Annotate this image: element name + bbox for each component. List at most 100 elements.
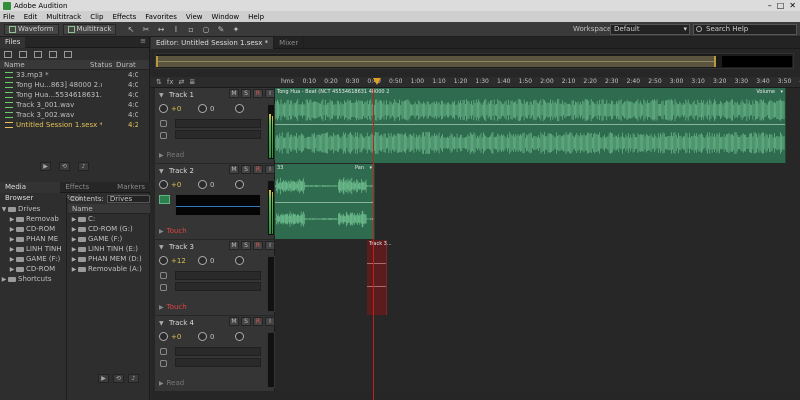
mute-button[interactable]: M <box>229 89 239 98</box>
playhead-marker[interactable] <box>373 78 381 85</box>
expand-automation-icon[interactable]: ▶ <box>159 152 164 159</box>
audio-clip[interactable]: 33 Pan ▾ <box>275 164 375 239</box>
solo-button[interactable]: S <box>241 165 251 174</box>
move-tool-icon[interactable]: ↖ <box>126 25 135 34</box>
solo-button[interactable]: S <box>241 241 251 250</box>
volume-envelope[interactable] <box>275 124 785 125</box>
volume-knob[interactable] <box>159 180 168 189</box>
menu-view[interactable]: View <box>186 13 203 21</box>
tree-item[interactable]: ▶ CD-ROM <box>0 264 66 274</box>
phase-icon[interactable] <box>235 104 244 113</box>
play-preview-icon[interactable]: ▶ <box>98 374 109 383</box>
phase-icon[interactable] <box>235 180 244 189</box>
volume-envelope[interactable] <box>367 263 386 264</box>
overview-visible-range[interactable] <box>156 56 716 67</box>
collapse-track-icon[interactable]: ▼ <box>159 168 164 175</box>
tab-mixer[interactable]: Mixer <box>274 36 305 49</box>
menu-clip[interactable]: Clip <box>90 13 103 21</box>
record-arm-button[interactable]: R <box>253 165 263 174</box>
tree-item[interactable]: ▶ CD-ROM <box>0 224 66 234</box>
automation-mode[interactable]: Touch <box>167 303 187 311</box>
mute-button[interactable]: M <box>229 241 239 250</box>
track-lane[interactable]: Track 3... <box>275 240 800 315</box>
list-item[interactable]: ▶ C: <box>68 214 150 224</box>
panel-menu-icon[interactable]: ≡ <box>140 37 146 45</box>
tab-effects-rack[interactable]: Effects Rack <box>60 182 112 202</box>
collapse-track-icon[interactable]: ▼ <box>159 244 164 251</box>
track-output-selector[interactable] <box>175 130 261 139</box>
sends-icon[interactable]: ⇄ <box>178 78 184 86</box>
waveform-view-button[interactable]: Waveform <box>4 23 59 35</box>
slip-tool-icon[interactable]: ↔ <box>156 25 165 34</box>
file-row[interactable]: Track 3_002.wav 4:0 <box>0 110 149 120</box>
track-output-selector[interactable] <box>175 282 261 291</box>
file-row[interactable]: Track 3_001.wav 4:0 <box>0 100 149 110</box>
menu-effects[interactable]: Effects <box>112 13 136 21</box>
monitor-input-button[interactable]: I <box>265 241 275 250</box>
solo-button[interactable]: S <box>241 317 251 326</box>
name-column-header[interactable]: Name <box>4 61 90 69</box>
open-file-icon[interactable] <box>4 50 12 58</box>
audio-clip[interactable]: Tong Hua - Beat (NCT 45534618631 48000 2… <box>275 88 786 163</box>
autoplay-icon[interactable]: ♪ <box>78 162 89 171</box>
expand-automation-icon[interactable]: ▶ <box>159 304 164 311</box>
menu-edit[interactable]: Edit <box>24 13 38 21</box>
file-row[interactable]: Tong Hua...5534618631.mp34:0 <box>0 90 149 100</box>
track-name[interactable]: Track 4 <box>169 319 194 327</box>
track-lane[interactable] <box>275 316 800 391</box>
duration-column-header[interactable]: Durat <box>116 61 136 69</box>
tree-item[interactable]: ▶ LINH TINH <box>0 244 66 254</box>
track-name[interactable]: Track 2 <box>169 167 194 175</box>
automation-mode[interactable]: Read <box>167 151 185 159</box>
play-preview-icon[interactable]: ▶ <box>40 162 51 171</box>
track-lane[interactable]: 33 Pan ▾ <box>275 164 800 239</box>
brush-tool-icon[interactable]: ✎ <box>216 25 225 34</box>
tree-item[interactable]: ▶ GAME (F:) <box>0 254 66 264</box>
import-file-icon[interactable] <box>19 50 27 58</box>
insert-icon[interactable] <box>49 50 57 58</box>
monitor-input-button[interactable]: I <box>265 89 275 98</box>
autoplay-icon[interactable]: ♪ <box>128 374 139 383</box>
time-selection-tool-icon[interactable]: I <box>171 25 180 34</box>
contents-dropdown[interactable]: Drives <box>106 195 150 203</box>
monitor-input-button[interactable]: I <box>265 317 275 326</box>
lasso-tool-icon[interactable]: ○ <box>201 25 210 34</box>
track-output-selector[interactable] <box>175 358 261 367</box>
loop-preview-icon[interactable]: ⟲ <box>113 374 124 383</box>
workspace-dropdown[interactable]: Default <box>610 24 690 35</box>
marquee-tool-icon[interactable]: ▫ <box>186 25 195 34</box>
volume-value[interactable]: +12 <box>171 257 186 265</box>
expand-automation-icon[interactable]: ▶ <box>159 228 164 235</box>
pan-knob[interactable] <box>198 256 207 265</box>
track-name[interactable]: Track 1 <box>169 91 194 99</box>
razor-tool-icon[interactable]: ✂ <box>141 25 150 34</box>
record-arm-button[interactable]: R <box>253 241 263 250</box>
status-column-header[interactable]: Status <box>90 61 116 69</box>
tab-editor[interactable]: Editor: Untitled Session 1.sesx * <box>151 36 275 49</box>
recorded-clip[interactable]: Track 3... <box>367 240 392 315</box>
volume-value[interactable]: +0 <box>171 105 185 113</box>
menu-multitrack[interactable]: Multitrack <box>46 13 81 21</box>
monitor-input-button[interactable]: I <box>265 165 275 174</box>
pan-envelope[interactable] <box>367 286 386 287</box>
record-arm-button[interactable]: R <box>253 89 263 98</box>
volume-knob[interactable] <box>159 332 168 341</box>
track-input-selector[interactable] <box>175 119 261 128</box>
close-button[interactable]: ✕ <box>789 1 796 10</box>
collapse-track-icon[interactable]: ▼ <box>159 320 164 327</box>
menu-help[interactable]: Help <box>248 13 264 21</box>
pan-knob[interactable] <box>198 180 207 189</box>
track-input-selector[interactable] <box>175 271 261 280</box>
tab-media-browser[interactable]: Media Browser <box>0 181 61 202</box>
pan-value[interactable]: 0 <box>210 105 224 113</box>
list-item[interactable]: ▶ GAME (F:) <box>68 234 150 244</box>
pan-value[interactable]: 0 <box>210 257 224 265</box>
search-help-input[interactable]: Search Help <box>693 24 797 35</box>
tree-item[interactable]: ▼ Drives <box>0 204 66 214</box>
name-column-header[interactable]: Name <box>72 205 93 213</box>
volume-envelope[interactable] <box>275 202 374 203</box>
menu-favorites[interactable]: Favorites <box>145 13 177 21</box>
file-row[interactable]: Tong Hu...863] 48000 2.wav4:0 <box>0 80 149 90</box>
list-item[interactable]: ▶ CD-ROM (G:) <box>68 224 150 234</box>
multitrack-view-button[interactable]: Multitrack <box>62 23 117 35</box>
